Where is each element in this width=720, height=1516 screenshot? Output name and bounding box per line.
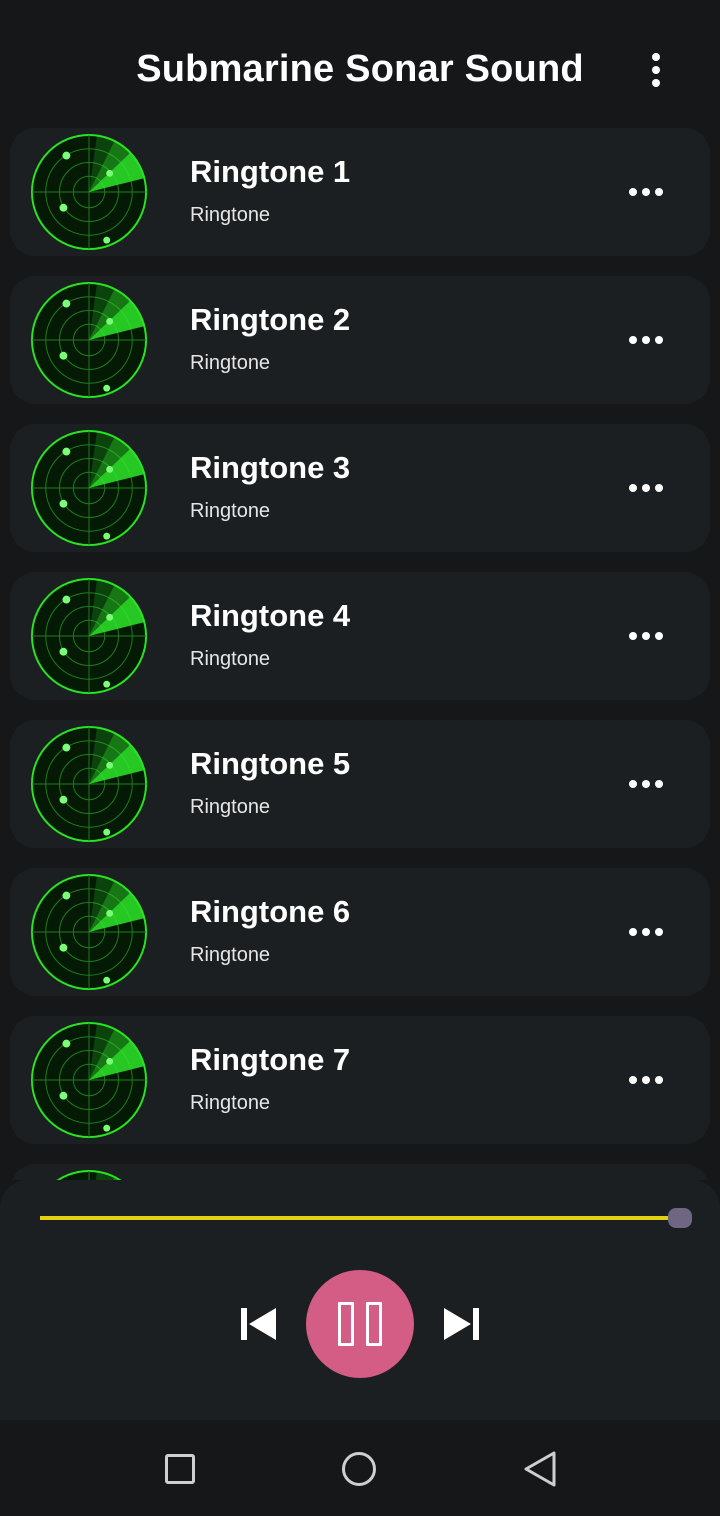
ringtone-list-item[interactable] xyxy=(10,1164,710,1180)
menu-dot xyxy=(629,1076,637,1084)
kebab-dot xyxy=(652,66,660,74)
ringtone-name: Ringtone 3 xyxy=(190,450,351,485)
radar-icon xyxy=(30,873,148,991)
more-horizontal-icon[interactable] xyxy=(618,468,674,508)
player-panel xyxy=(0,1180,720,1420)
menu-dot xyxy=(655,336,663,344)
ringtone-name: Ringtone 5 xyxy=(190,746,351,781)
more-horizontal-icon[interactable] xyxy=(618,764,674,804)
radar-icon xyxy=(56,1170,122,1180)
ringtone-list-item[interactable]: Ringtone 1 Ringtone xyxy=(10,128,710,256)
ringtone-subtitle: Ringtone xyxy=(190,796,271,818)
menu-dot xyxy=(655,928,663,936)
ringtone-list-item[interactable]: Ringtone 7 Ringtone xyxy=(10,1016,710,1144)
menu-dot xyxy=(629,632,637,640)
menu-dot xyxy=(655,632,663,640)
menu-dot xyxy=(629,188,637,196)
ringtone-name: Ringtone 6 xyxy=(190,894,351,929)
radar-icon xyxy=(30,133,148,251)
ringtone-list-item[interactable]: Ringtone 5 Ringtone xyxy=(10,720,710,848)
radar-icon xyxy=(30,281,148,399)
more-horizontal-icon[interactable] xyxy=(618,172,674,212)
page-title: Submarine Sonar Sound xyxy=(136,48,584,90)
ringtone-name: Ringtone 1 xyxy=(190,154,351,189)
radar-icon xyxy=(30,577,148,695)
triangle-back-icon[interactable] xyxy=(522,1450,558,1488)
app-screen: Submarine Sonar Sound Ringtone 1 Ringtone… xyxy=(0,0,720,1516)
more-horizontal-icon[interactable] xyxy=(618,320,674,360)
square-icon[interactable] xyxy=(165,1454,195,1484)
ringtone-subtitle: Ringtone xyxy=(190,1092,271,1114)
skip-next-icon[interactable] xyxy=(442,1306,482,1342)
menu-dot xyxy=(655,1076,663,1084)
ringtone-name: Ringtone 2 xyxy=(190,302,351,337)
seek-bar[interactable] xyxy=(40,1208,692,1228)
ringtone-subtitle: Ringtone xyxy=(190,204,271,226)
ringtone-subtitle: Ringtone xyxy=(190,944,271,966)
ringtone-subtitle: Ringtone xyxy=(190,648,271,670)
more-horizontal-icon[interactable] xyxy=(618,912,674,952)
menu-dot xyxy=(655,780,663,788)
menu-dot xyxy=(642,928,650,936)
ringtone-name: Ringtone 7 xyxy=(190,1042,351,1077)
seek-thumb[interactable] xyxy=(668,1208,692,1228)
more-horizontal-icon[interactable] xyxy=(618,1060,674,1100)
kebab-dot xyxy=(652,53,660,61)
ringtone-list-item[interactable]: Ringtone 2 Ringtone xyxy=(10,276,710,404)
radar-icon xyxy=(30,725,148,843)
circle-icon[interactable] xyxy=(342,1452,376,1486)
ringtone-subtitle: Ringtone xyxy=(190,500,271,522)
skip-previous-icon[interactable] xyxy=(238,1306,278,1342)
ringtone-name: Ringtone 4 xyxy=(190,598,351,633)
ringtone-list-item[interactable]: Ringtone 4 Ringtone xyxy=(10,572,710,700)
menu-dot xyxy=(629,928,637,936)
ringtone-list-item[interactable]: Ringtone 6 Ringtone xyxy=(10,868,710,996)
more-horizontal-icon[interactable] xyxy=(618,616,674,656)
kebab-dot xyxy=(652,79,660,87)
radar-icon xyxy=(30,429,148,547)
menu-dot xyxy=(655,188,663,196)
ringtone-list: Ringtone 1 Ringtone Ringtone 2 Ringtone Ring… xyxy=(0,128,720,1180)
ringtone-subtitle: Ringtone xyxy=(190,352,271,374)
menu-dot xyxy=(642,632,650,640)
menu-dot xyxy=(642,1076,650,1084)
menu-dot xyxy=(655,484,663,492)
menu-dot xyxy=(629,484,637,492)
app-header: Submarine Sonar Sound xyxy=(0,0,720,128)
radar-icon xyxy=(30,1021,148,1139)
menu-dot xyxy=(642,188,650,196)
pause-icon xyxy=(338,1302,354,1346)
menu-dot xyxy=(642,484,650,492)
pause-icon xyxy=(366,1302,382,1346)
menu-dot xyxy=(629,336,637,344)
more-vertical-icon[interactable] xyxy=(636,48,676,92)
system-nav-bar xyxy=(0,1420,720,1516)
menu-dot xyxy=(629,780,637,788)
ringtone-list-item[interactable]: Ringtone 3 Ringtone xyxy=(10,424,710,552)
menu-dot xyxy=(642,780,650,788)
pause-button[interactable] xyxy=(306,1270,414,1378)
menu-dot xyxy=(642,336,650,344)
